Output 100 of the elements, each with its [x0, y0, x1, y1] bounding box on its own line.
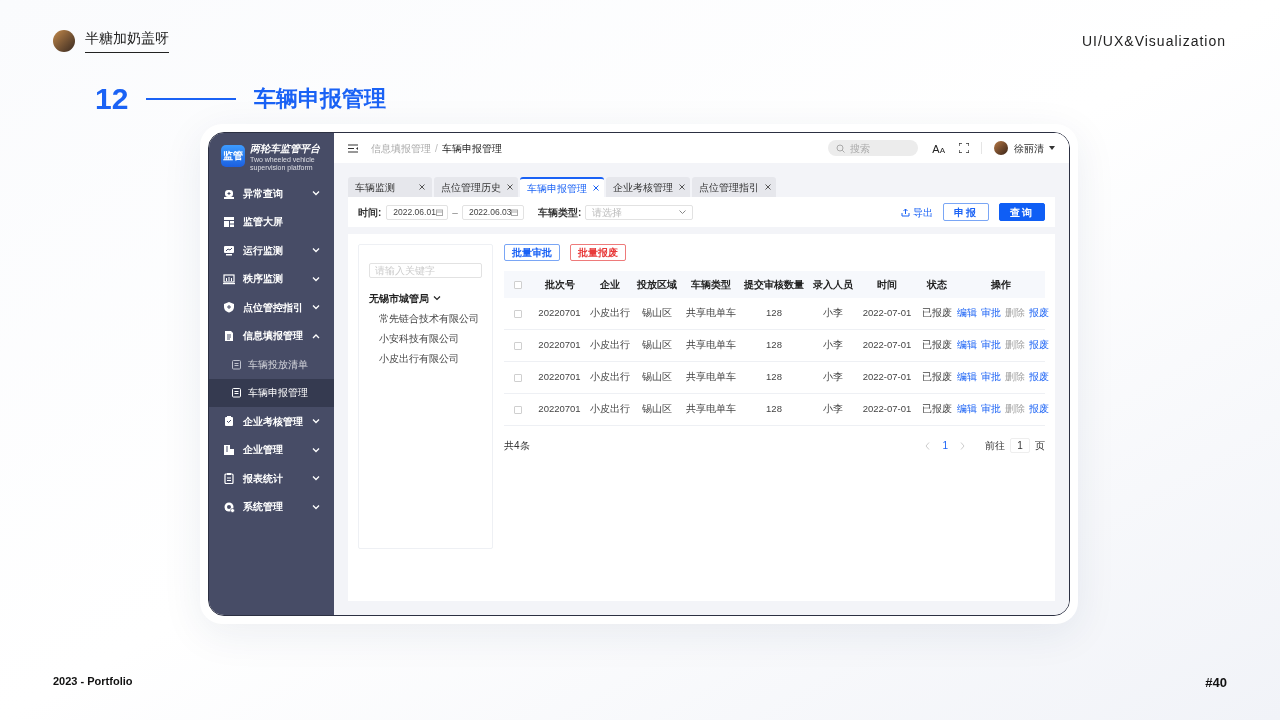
export-button[interactable]: 导出 [901, 204, 933, 220]
table-cell: 共享电单车 [685, 370, 736, 385]
sidebar-item[interactable]: 秩序监测 [209, 264, 334, 293]
column-header: 操作 [990, 278, 1012, 292]
date-field[interactable]: 2022.06.01 [386, 204, 449, 220]
column-header: 状态 [925, 278, 948, 292]
sidebar-item[interactable]: 企业管理 [209, 435, 334, 464]
monitor-icon [223, 244, 235, 257]
action-link[interactable]: 报废 [1029, 402, 1049, 417]
tree-node[interactable]: 常先链合技术有限公司 [379, 312, 479, 325]
table-cell: 锡山区 [642, 306, 672, 321]
sidebar-item[interactable]: 企业考核管理 [209, 407, 334, 436]
sidebar-item[interactable]: 点位管控指引 [209, 293, 334, 322]
column-header: 企业 [598, 278, 621, 292]
calendar-icon [511, 208, 519, 216]
table-cell: 共享电单车 [685, 402, 736, 417]
action-link[interactable]: 审批 [981, 338, 1001, 353]
column-header: 批次号 [543, 278, 576, 292]
avatar [53, 29, 75, 52]
batch-approve-button[interactable]: 批量审批 [504, 244, 560, 261]
checkbox[interactable] [514, 280, 522, 289]
query-button[interactable]: 查询 [999, 203, 1045, 221]
list-icon [231, 358, 242, 370]
tagline: UI/UX&Visualization [1081, 32, 1226, 51]
building-icon [223, 443, 235, 456]
column-header: 车辆类型 [689, 278, 732, 292]
fullscreen-icon[interactable] [959, 143, 969, 153]
table-cell: 128 [766, 338, 782, 353]
close-icon[interactable] [765, 184, 771, 190]
font-size-button[interactable]: AA [932, 140, 945, 156]
breadcrumb-item[interactable]: 车辆申报管理 [441, 140, 502, 156]
tab[interactable]: 车辆申报管理 [520, 177, 604, 197]
table-cell: 已报废 [922, 338, 952, 353]
table-cell: 小李 [823, 338, 843, 353]
action-link[interactable]: 编辑 [957, 338, 977, 353]
table-cell: 小皮出行 [589, 338, 630, 353]
table-cell: 2022-07-01 [862, 338, 912, 353]
checkbox[interactable] [514, 341, 522, 350]
table-cell: 20220701 [538, 370, 581, 385]
total-count: 共4条 [504, 439, 530, 453]
action-link[interactable]: 报废 [1029, 338, 1049, 353]
caret-down-icon[interactable] [1049, 146, 1055, 150]
close-icon[interactable] [679, 184, 685, 190]
tree-node[interactable]: 小安科技有限公司 [379, 332, 459, 345]
chart-icon [223, 272, 235, 285]
sidebar-subitem[interactable]: 车辆投放清单 [209, 350, 334, 379]
user-name[interactable]: 徐丽清 [1014, 140, 1044, 156]
table-cell: 20220701 [538, 306, 581, 321]
sidebar-item[interactable]: 运行监测 [209, 236, 334, 265]
table-cell: 20220701 [538, 402, 581, 417]
tab[interactable]: 点位管理指引 [692, 177, 776, 197]
page-suffix: 页 [1035, 439, 1045, 453]
chevron-down-icon[interactable] [433, 295, 441, 301]
close-icon[interactable] [419, 184, 425, 190]
sidebar-item[interactable]: 异常查询 [209, 179, 334, 208]
action-link[interactable]: 审批 [981, 402, 1001, 417]
action-link[interactable]: 审批 [981, 306, 1001, 321]
close-icon[interactable] [593, 185, 599, 191]
chevron-up-icon[interactable] [312, 332, 320, 339]
sidebar-subitem[interactable]: 车辆申报管理 [209, 378, 334, 407]
table-cell: 128 [766, 306, 782, 321]
type-label: 车辆类型: [537, 205, 582, 220]
document-icon [223, 329, 235, 342]
logo-badge: 监管 [221, 145, 245, 167]
sidebar-item[interactable]: 系统管理 [209, 492, 334, 521]
sidebar-item[interactable]: 监管大屏 [209, 207, 334, 236]
table-cell: 128 [766, 402, 782, 417]
table-cell: 已报废 [922, 402, 952, 417]
action-link[interactable]: 编辑 [957, 306, 977, 321]
table-cell: 小皮出行 [589, 402, 630, 417]
tab[interactable]: 车辆监测 [348, 177, 432, 197]
tree-node[interactable]: 无锡市城管局 [369, 291, 482, 305]
action-link[interactable]: 报废 [1029, 370, 1049, 385]
action-link[interactable]: 编辑 [957, 402, 977, 417]
footer-caption: 2023 - Portfolio [53, 673, 133, 689]
table-cell: 锡山区 [642, 402, 672, 417]
tab[interactable]: 企业考核管理 [606, 177, 690, 197]
action-link[interactable]: 编辑 [957, 370, 977, 385]
column-header: 录入人员 [812, 278, 854, 292]
time-label: 时间: [358, 205, 382, 220]
tab[interactable]: 点位管理历史 [434, 177, 518, 197]
page-number[interactable]: 1 [942, 438, 948, 453]
table-cell: 小李 [823, 306, 843, 321]
batch-scrap-button[interactable]: 批量报废 [570, 244, 626, 261]
checkbox[interactable] [514, 309, 522, 318]
table-cell: 小李 [823, 370, 843, 385]
date-field[interactable]: 2022.06.03 [461, 204, 524, 220]
page-input[interactable]: 1 [1010, 438, 1030, 453]
close-icon[interactable] [507, 184, 513, 190]
table-cell: 2022-07-01 [862, 370, 912, 385]
declare-button[interactable]: 申报 [943, 203, 989, 221]
table-cell: 20220701 [538, 338, 581, 353]
sidebar-item[interactable]: 信息填报管理 [209, 321, 334, 350]
action-link[interactable]: 审批 [981, 370, 1001, 385]
action-link[interactable]: 报废 [1029, 306, 1049, 321]
tree-node[interactable]: 小皮出行有限公司 [379, 352, 459, 365]
checkbox[interactable] [514, 373, 522, 382]
menu-fold-icon[interactable] [348, 143, 359, 153]
sidebar-item[interactable]: 报表统计 [209, 464, 334, 493]
checkbox[interactable] [514, 405, 522, 414]
